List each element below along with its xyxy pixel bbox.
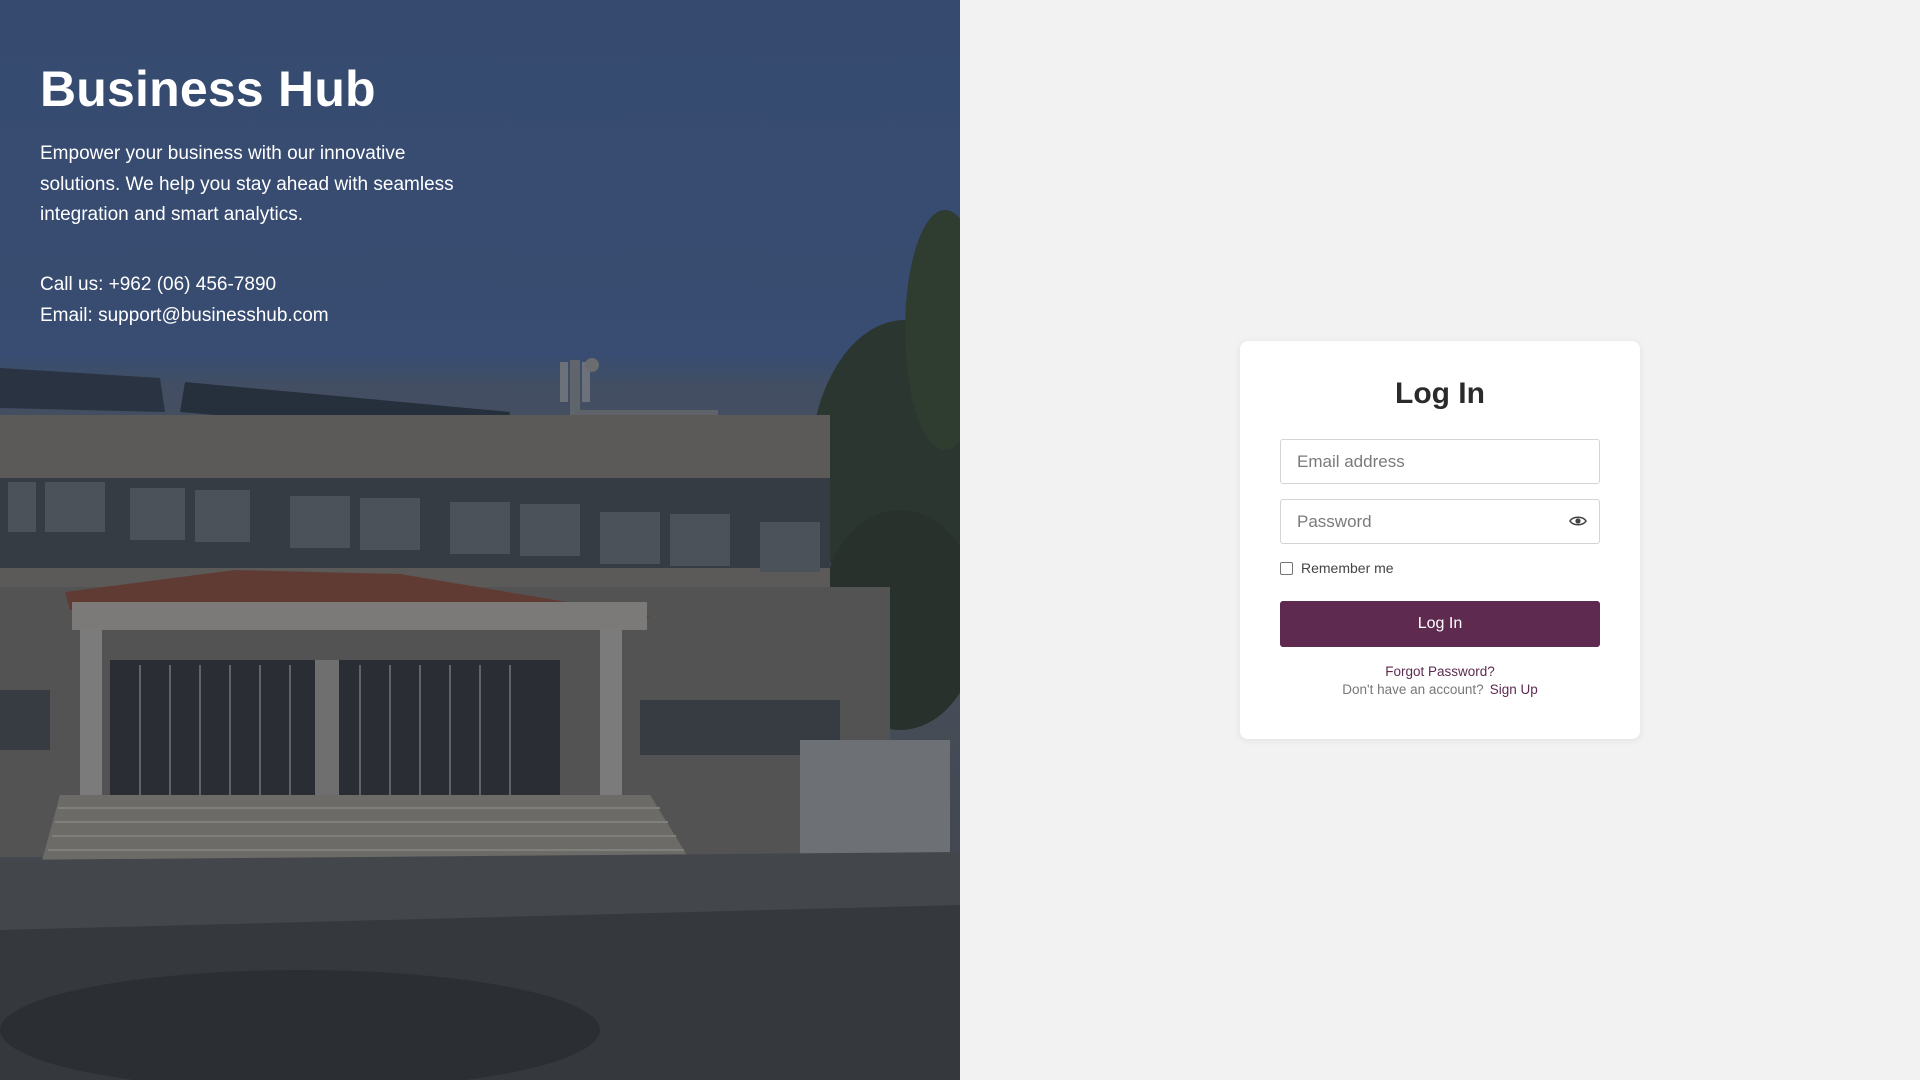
forgot-password-link[interactable]: Forgot Password? [1240, 664, 1640, 679]
contact-info: Call us: +962 (06) 456-7890 Email: suppo… [40, 269, 460, 331]
remember-label: Remember me [1301, 560, 1394, 576]
contact-phone: Call us: +962 (06) 456-7890 [40, 273, 277, 295]
login-card: Log In Remember me Log In Forgot Passwor… [1240, 341, 1640, 739]
login-button[interactable]: Log In [1280, 601, 1600, 647]
signup-row: Don't have an account? Sign Up [1240, 682, 1640, 697]
brand-description: Empower your business with our innovativ… [40, 143, 454, 225]
remember-me[interactable]: Remember me [1280, 560, 1394, 576]
login-title: Log In [1395, 377, 1485, 410]
signup-link[interactable]: Sign Up [1490, 682, 1538, 697]
eye-icon[interactable] [1568, 513, 1588, 529]
email-input[interactable] [1280, 439, 1600, 484]
remember-checkbox[interactable] [1280, 561, 1293, 575]
brand-title: Business Hub [40, 61, 376, 117]
hero-text-block: Business Hub Empower your business with … [40, 58, 460, 331]
contact-email: Email: support@businesshub.com [40, 304, 329, 326]
password-input[interactable] [1280, 499, 1600, 544]
hero-panel: Business Hub Empower your business with … [0, 0, 960, 1080]
no-account-text: Don't have an account? [1342, 682, 1484, 697]
